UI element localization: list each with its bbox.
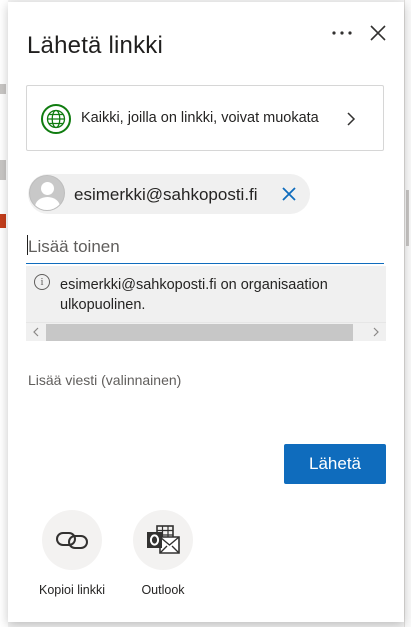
background-mark bbox=[0, 84, 6, 94]
copy-link-label: Kopioi linkki bbox=[38, 583, 105, 597]
background-document-strip bbox=[0, 0, 8, 627]
background-scrollbar bbox=[404, 0, 411, 627]
globe-icon bbox=[41, 104, 71, 134]
scroll-right-arrow-icon[interactable] bbox=[370, 325, 382, 339]
link-icon bbox=[56, 532, 88, 549]
horizontal-scrollbar[interactable] bbox=[26, 322, 386, 341]
background-scrollbar-thumb bbox=[406, 190, 409, 246]
add-recipient-input[interactable] bbox=[26, 231, 384, 264]
link-permission-label: Kaikki, joilla on linkki, voivat muokata bbox=[81, 110, 319, 126]
outlook-action[interactable]: Outlook bbox=[123, 510, 203, 597]
link-settings-button[interactable]: Kaikki, joilla on linkki, voivat muokata bbox=[26, 85, 384, 151]
outlook-circle[interactable] bbox=[133, 510, 193, 570]
outlook-icon bbox=[147, 525, 180, 554]
send-button[interactable]: Lähetä bbox=[284, 444, 386, 484]
more-horizontal-icon bbox=[332, 31, 352, 35]
dialog-title: Lähetä linkki bbox=[27, 32, 164, 59]
message-input[interactable]: Lisää viesti (valinnainen) bbox=[28, 372, 368, 388]
copy-link-circle[interactable] bbox=[42, 510, 102, 570]
scroll-left-arrow-icon[interactable] bbox=[30, 325, 42, 339]
remove-x-icon bbox=[282, 187, 296, 201]
background-mark bbox=[0, 214, 6, 228]
copy-link-action[interactable]: Kopioi linkki bbox=[32, 510, 112, 597]
recipient-email: esimerkki@sahkoposti.fi bbox=[74, 185, 258, 204]
recipient-chip[interactable]: esimerkki@sahkoposti.fi bbox=[28, 174, 310, 214]
text-caret bbox=[27, 235, 28, 255]
chevron-right-icon bbox=[347, 112, 356, 126]
close-button[interactable] bbox=[364, 19, 392, 47]
external-recipient-notice: i esimerkki@sahkoposti.fi on organisaati… bbox=[26, 266, 386, 322]
close-icon bbox=[370, 25, 386, 41]
info-icon: i bbox=[34, 274, 50, 290]
send-link-dialog: Lähetä linkki Kaikki, joilla on linkki, … bbox=[8, 2, 404, 622]
scrollbar-thumb[interactable] bbox=[46, 324, 353, 341]
remove-recipient-button[interactable] bbox=[279, 184, 299, 204]
outlook-label: Outlook bbox=[141, 583, 185, 597]
more-options-button[interactable] bbox=[328, 19, 356, 47]
notice-text: esimerkki@sahkoposti.fi on organisaation… bbox=[60, 277, 328, 313]
background-mark bbox=[0, 160, 6, 180]
avatar bbox=[29, 175, 65, 211]
